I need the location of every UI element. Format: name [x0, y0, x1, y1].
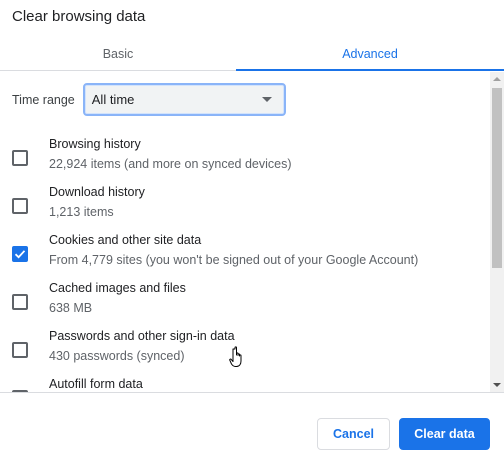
- time-range-select[interactable]: All time: [82, 83, 286, 116]
- option-description: From 4,779 sites (you won't be signed ou…: [49, 253, 419, 267]
- option-download-history[interactable]: Download history 1,213 items: [0, 185, 490, 231]
- option-description: 638 MB: [49, 301, 93, 315]
- passwords-checkbox[interactable]: [12, 342, 28, 358]
- time-range-row: Time range All time: [12, 83, 286, 116]
- cancel-button[interactable]: Cancel: [317, 418, 390, 450]
- cookies-checkbox[interactable]: [12, 246, 28, 262]
- option-title: Cached images and files: [49, 281, 186, 295]
- option-description: 22,924 items (and more on synced devices…: [49, 157, 292, 171]
- tab-basic[interactable]: Basic: [0, 38, 236, 70]
- options-scroll-area[interactable]: Time range All time Browsing history 22,…: [0, 72, 504, 392]
- check-icon: [14, 250, 26, 259]
- scroll-up-arrow-icon[interactable]: [493, 77, 501, 81]
- option-cookies[interactable]: Cookies and other site data From 4,779 s…: [0, 233, 490, 279]
- tab-advanced[interactable]: Advanced: [236, 38, 504, 71]
- footer-divider: [0, 392, 504, 393]
- option-cached-images[interactable]: Cached images and files 638 MB: [0, 281, 490, 327]
- option-description: 1,213 items: [49, 205, 114, 219]
- scroll-down-arrow-icon[interactable]: [493, 383, 501, 387]
- option-title: Autofill form data: [49, 377, 143, 391]
- browsing-history-checkbox[interactable]: [12, 150, 28, 166]
- hand-pointer-icon: [229, 346, 242, 367]
- dialog-title: Clear browsing data: [12, 8, 146, 25]
- cached-images-checkbox[interactable]: [12, 294, 28, 310]
- vertical-scrollbar[interactable]: [490, 72, 504, 392]
- option-title: Browsing history: [49, 137, 141, 151]
- time-range-value: All time: [91, 92, 135, 107]
- tab-bar: Basic Advanced: [0, 38, 504, 71]
- download-history-checkbox[interactable]: [12, 198, 28, 214]
- option-autofill[interactable]: Autofill form data: [0, 377, 490, 392]
- scrollbar-thumb[interactable]: [492, 88, 502, 268]
- option-description: 430 passwords (synced): [49, 349, 185, 363]
- option-title: Download history: [49, 185, 145, 199]
- time-range-label: Time range: [12, 92, 75, 107]
- caret-down-icon: [261, 97, 272, 102]
- option-browsing-history[interactable]: Browsing history 22,924 items (and more …: [0, 137, 490, 183]
- option-title: Cookies and other site data: [49, 233, 202, 247]
- clear-data-button[interactable]: Clear data: [399, 418, 490, 450]
- option-title: Passwords and other sign-in data: [49, 329, 235, 343]
